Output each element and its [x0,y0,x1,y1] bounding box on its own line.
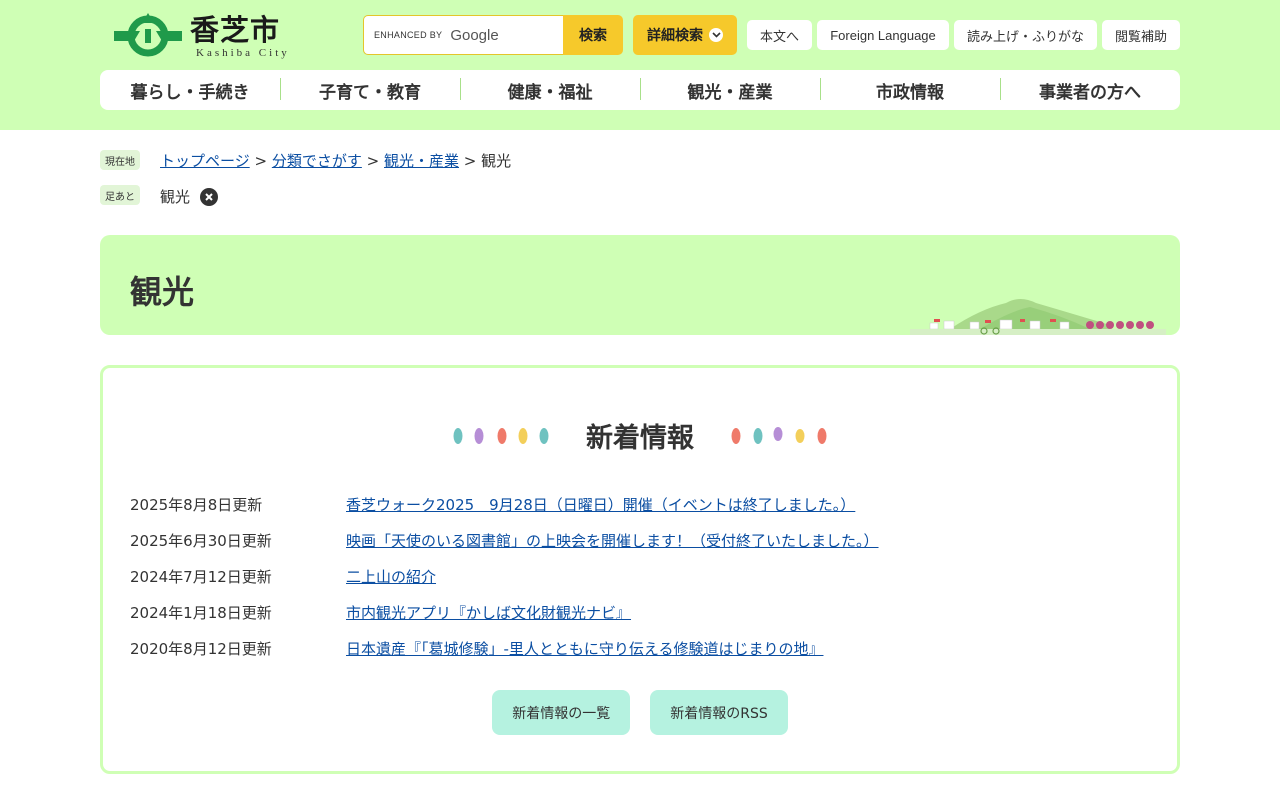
breadcrumb-separator: > [463,152,477,170]
news-date: 2025年6月30日更新 [130,531,272,550]
page-title: 観光 [130,273,195,311]
news-item: 2024年7月12日更新 二上山の紹介 [130,558,879,594]
mountain-town-illustration [910,299,1166,335]
global-nav: 暮らし・手続き 子育て・教育 健康・福祉 観光・産業 市政情報 事業者の方へ [100,70,1180,110]
breadcrumb: トップページ > 分類でさがす > 観光・産業 > 観光 [160,150,511,171]
leaf-decoration-icon [453,427,549,444]
read-aloud-link[interactable]: 読み上げ・ふりがな [954,20,1097,50]
search-google-label: Google [450,26,499,44]
news-date: 2020年8月12日更新 [130,639,272,658]
nav-item-business[interactable]: 事業者の方へ [1000,77,1180,103]
search-enhanced-by: ENHANCED BY [374,30,443,40]
news-link[interactable]: 二上山の紹介 [346,566,436,587]
breadcrumb-separator: > [254,152,268,170]
news-item: 2025年8月8日更新 香芝ウォーク2025 9月28日（日曜日）開催（イベント… [130,486,879,522]
search-input[interactable]: ENHANCED BY Google [363,15,563,55]
news-link[interactable]: 香芝ウォーク2025 9月28日（日曜日）開催（イベントは終了しました。） [346,494,855,515]
news-list: 2025年8月8日更新 香芝ウォーク2025 9月28日（日曜日）開催（イベント… [130,486,879,666]
site-logo[interactable]: 香芝市 Kashiba City [112,9,302,63]
site-header: 香芝市 Kashiba City ENHANCED BY Google 検索 詳… [0,0,1280,130]
breadcrumb-link-top[interactable]: トップページ [160,152,250,170]
news-item: 2020年8月12日更新 日本遺産『「葛城修験」-里人とともに守り伝える修験道は… [130,630,879,666]
breadcrumb-link-tourism-industry[interactable]: 観光・産業 [384,152,459,170]
search-button[interactable]: 検索 [563,15,623,55]
news-rss-button[interactable]: 新着情報のRSS [650,690,788,735]
footprint-item[interactable]: 観光 [160,186,190,207]
chevron-down-icon [709,28,723,42]
advanced-search-button[interactable]: 詳細検索 [633,15,737,55]
logo-title: 香芝市 [190,13,281,47]
breadcrumb-link-category[interactable]: 分類でさがす [272,152,362,170]
page-title-banner: 観光 [100,235,1180,335]
breadcrumb-separator: > [366,152,380,170]
news-link[interactable]: 日本遺産『「葛城修験」-里人とともに守り伝える修験道はじまりの地』 [346,638,823,659]
footprint-label: 足あと [100,185,140,205]
news-item: 2025年6月30日更新 映画「天使のいる図書館」の上映会を開催します！（受付終… [130,522,879,558]
news-section: 新着情報 2025年8月8日更新 香芝ウォーク2025 9月28日（日曜日）開催… [100,365,1180,774]
breadcrumb-label: 現在地 [100,150,140,170]
nav-item-city-info[interactable]: 市政情報 [820,77,1000,103]
city-emblem-icon [114,13,182,57]
advanced-search-label: 詳細検索 [647,28,703,44]
news-item: 2024年1月18日更新 市内観光アプリ『かしば文化財観光ナビ』 [130,594,879,630]
nav-item-childcare[interactable]: 子育て・教育 [280,77,460,103]
news-link[interactable]: 映画「天使のいる図書館」の上映会を開催します！（受付終了いたしました。） [346,530,879,551]
nav-item-living[interactable]: 暮らし・手続き [100,78,280,103]
accessibility-link[interactable]: 閲覧補助 [1102,20,1180,50]
breadcrumb-current: 観光 [481,152,512,170]
news-date: 2024年7月12日更新 [130,567,272,586]
nav-item-tourism[interactable]: 観光・産業 [640,77,820,103]
news-date: 2025年8月8日更新 [130,495,263,514]
footprint: 観光 [160,186,219,207]
leaf-decoration-icon [731,426,827,444]
logo-subtitle: Kashiba City [196,47,290,59]
close-icon[interactable] [200,187,219,206]
skip-to-content-link[interactable]: 本文へ [747,20,812,50]
news-list-button[interactable]: 新着情報の一覧 [492,690,631,735]
news-date: 2024年1月18日更新 [130,603,272,622]
news-title: 新着情報 [586,423,694,454]
foreign-language-link[interactable]: Foreign Language [817,20,949,50]
nav-item-health[interactable]: 健康・福祉 [460,77,640,103]
news-link[interactable]: 市内観光アプリ『かしば文化財観光ナビ』 [346,602,631,623]
